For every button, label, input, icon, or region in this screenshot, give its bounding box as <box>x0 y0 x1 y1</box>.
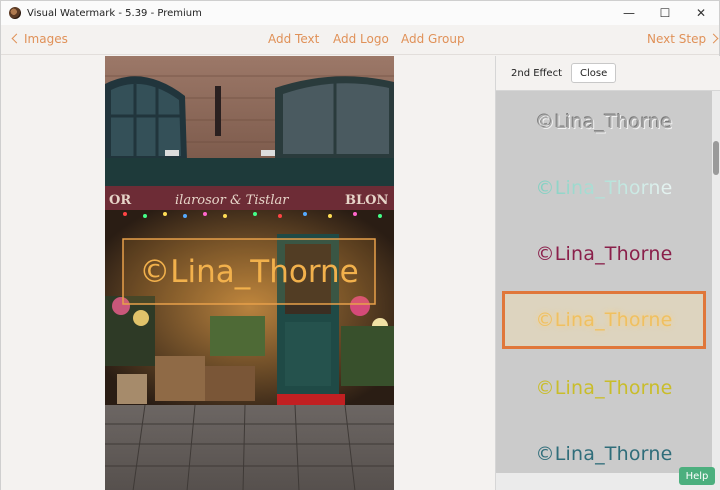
effect-label: ©Lina_Thorne <box>535 111 673 133</box>
effect-option-plain-crimson[interactable]: ©Lina_Thorne <box>502 225 706 283</box>
scrollbar-thumb[interactable] <box>713 141 719 175</box>
effects-panel-title: 2nd Effect <box>511 67 563 79</box>
minimize-button[interactable]: — <box>611 1 647 25</box>
window-title: Visual Watermark - 5.39 - Premium <box>27 7 202 19</box>
watermark-text[interactable]: ©Lina_Thorne <box>139 254 359 290</box>
effects-panel: 2nd Effect Close ©Lina_Thorne ©Lina_Thor… <box>495 56 720 490</box>
add-logo-button[interactable]: Add Logo <box>333 32 389 46</box>
effect-label: ©Lina_Thorne <box>535 443 673 465</box>
effect-label: ©Lina_Thorne <box>535 243 673 265</box>
chevron-right-icon <box>708 33 719 44</box>
sign-center-text: ilarosor & Tistlar <box>175 193 289 208</box>
chevron-left-icon <box>11 33 22 44</box>
effect-option-plain-teal[interactable]: ©Lina_Thorne <box>502 425 706 473</box>
back-label: Images <box>24 32 68 46</box>
preview-photo[interactable]: OR ilarosor & Tistlar BLON ©Lina_Thorne <box>105 56 394 490</box>
app-window: Visual Watermark - 5.39 - Premium — ☐ ✕ … <box>0 0 720 490</box>
effect-label: ©Lina_Thorne <box>535 177 673 199</box>
add-text-button[interactable]: Add Text <box>268 32 319 46</box>
storefront-image: OR ilarosor & Tistlar BLON ©Lina_Thorne <box>105 56 394 490</box>
next-step-label: Next Step <box>647 32 707 46</box>
app-logo-icon <box>9 7 21 19</box>
sign-right-text: BLON <box>345 193 388 208</box>
effects-list: ©Lina_Thorne ©Lina_Thorne ©Lina_Thorne ©… <box>496 91 712 473</box>
toolbar: Images Add Text Add Logo Add Group Next … <box>1 25 719 55</box>
title-bar: Visual Watermark - 5.39 - Premium — ☐ ✕ <box>1 1 719 25</box>
sign-left-text: OR <box>109 193 131 208</box>
effect-option-gradient[interactable]: ©Lina_Thorne <box>502 159 706 217</box>
close-effects-button[interactable]: Close <box>571 63 617 83</box>
window-controls: — ☐ ✕ <box>611 1 719 25</box>
effects-panel-header: 2nd Effect Close <box>496 56 720 91</box>
effect-option-emboss[interactable]: ©Lina_Thorne <box>502 93 706 151</box>
help-button[interactable]: Help <box>679 467 715 485</box>
effect-option-glow-selected[interactable]: ©Lina_Thorne <box>502 291 706 349</box>
effects-scrollbar[interactable] <box>712 91 720 473</box>
effect-label: ©Lina_Thorne <box>535 377 673 399</box>
preview-canvas: OR ilarosor & Tistlar BLON ©Lina_Thorne <box>1 56 495 490</box>
close-window-button[interactable]: ✕ <box>683 1 719 25</box>
next-step-button[interactable]: Next Step <box>647 32 719 46</box>
effect-option-plain-yellow[interactable]: ©Lina_Thorne <box>502 359 706 417</box>
effect-label: ©Lina_Thorne <box>535 309 673 331</box>
back-to-images-button[interactable]: Images <box>11 32 68 46</box>
maximize-button[interactable]: ☐ <box>647 1 683 25</box>
add-group-button[interactable]: Add Group <box>401 32 465 46</box>
